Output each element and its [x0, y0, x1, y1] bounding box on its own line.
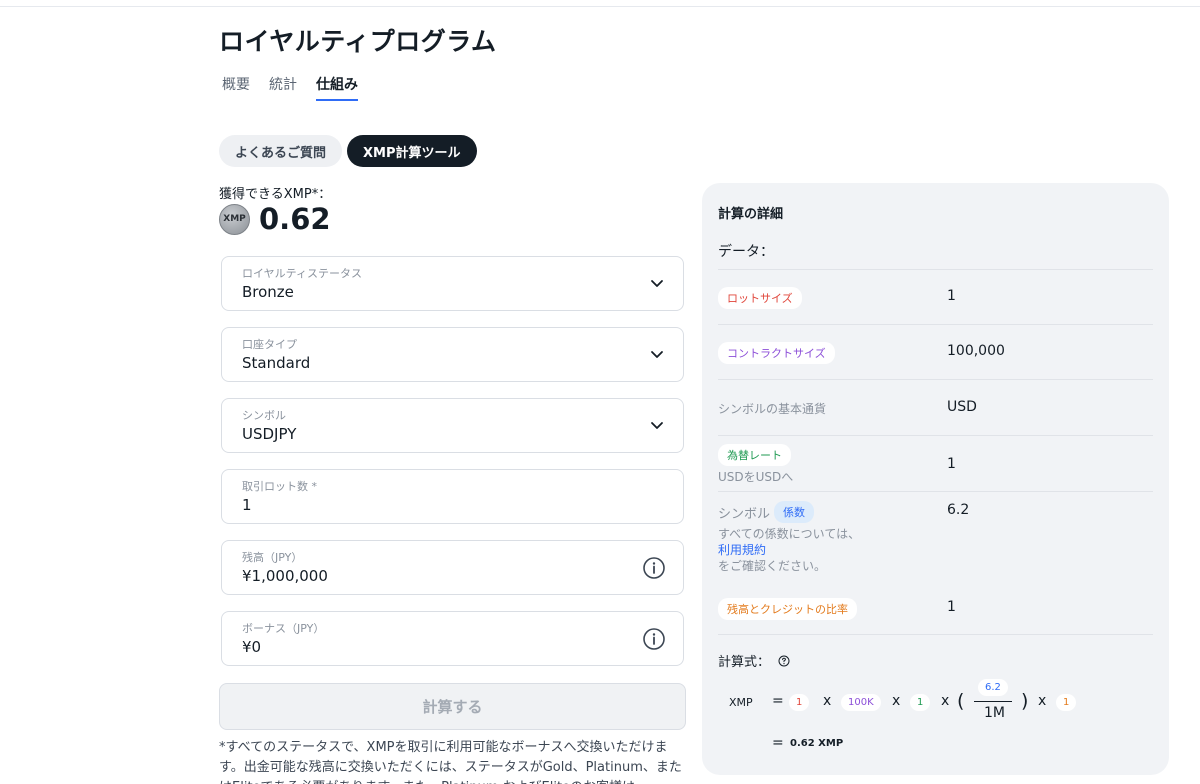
question-icon[interactable] [778, 655, 790, 667]
contract-size-row: コントラクトサイズ 100,000 [718, 324, 1153, 379]
account-type-select[interactable]: 口座タイプ Standard [221, 327, 684, 382]
coefficient-badge: 係数 [774, 501, 815, 523]
formula-label: 計算式： [718, 655, 771, 670]
symbol-label: シンボル [242, 409, 286, 422]
lot-size-badge: ロットサイズ [718, 287, 802, 309]
lot-size-value: 1 [947, 288, 956, 304]
balance-credit-ratio-value: 1 [947, 599, 956, 615]
earnable-xmp-row: XMP 0.62 [219, 202, 331, 236]
xmp-coin-icon: XMP [219, 203, 250, 235]
formula-result: 0.62 XMP [790, 738, 844, 749]
lot-size-row: ロットサイズ 1 [718, 269, 1153, 324]
top-divider [0, 6, 1200, 7]
formula-times-4: x [1038, 693, 1047, 709]
tab-bar: 概要 統計 仕組み [222, 74, 358, 101]
symbol-coefficient-label: シンボル [718, 506, 771, 522]
lots-input[interactable]: 取引ロット数 * 1 [221, 469, 684, 524]
terms-link[interactable]: 利用規約 [718, 541, 766, 558]
fx-rate-row: 為替レート USDをUSDへ 1 [718, 435, 1153, 491]
formula-divider [718, 634, 1153, 635]
fx-rate-value: 1 [947, 456, 956, 472]
fx-rate-sublabel: USDをUSDへ [718, 470, 794, 484]
base-currency-label: シンボルの基本通貨 [718, 402, 827, 416]
chevron-down-icon [651, 351, 663, 358]
formula-heading: 計算式： [718, 651, 790, 670]
formula-expression: XMP = 1 x 100K x 1 x ( 6.2 1M ) x 1 = 0.… [729, 679, 1149, 751]
formula-equals: = [772, 693, 784, 709]
symbol-coefficient-row: シンボル 係数 すべての係数については、 利用規約 をご確認ください。 6.2 … [718, 491, 1153, 634]
calculation-details-panel: 計算の詳細 データ： ロットサイズ 1 コントラクトサイズ 100,000 シン… [702, 183, 1169, 775]
account-type-value: Standard [242, 354, 311, 372]
xmp-coin-text: XMP [223, 214, 246, 224]
coefficient-note-end: をご確認ください。 [718, 559, 827, 573]
formula-times-3: x [941, 693, 950, 709]
formula-lhs: XMP [729, 696, 753, 709]
fx-rate-badge: 為替レート [718, 444, 791, 466]
balance-value: ¥1,000,000 [242, 567, 328, 585]
symbol-value: USDJPY [242, 425, 297, 443]
lots-label: 取引ロット数 * [242, 480, 317, 493]
balance-credit-ratio-badge: 残高とクレジットの比率 [718, 598, 857, 620]
faq-pill-button[interactable]: よくあるご質問 [219, 135, 343, 167]
balance-label: 残高（JPY） [242, 551, 303, 564]
calculate-button[interactable]: 計算する [219, 683, 686, 730]
chevron-down-icon [651, 422, 663, 429]
formula-fraction-line [974, 701, 1012, 702]
account-type-label: 口座タイプ [242, 338, 297, 351]
formula-open-paren: ( [957, 690, 965, 712]
tab-how-it-works[interactable]: 仕組み [316, 74, 358, 101]
contract-size-badge: コントラクトサイズ [718, 342, 835, 364]
base-currency-row: シンボルの基本通貨 USD [718, 379, 1153, 435]
formula-fx-chip: 1 [910, 694, 931, 711]
chevron-down-icon [651, 280, 663, 287]
xmp-calculator-pill-button[interactable]: XMP計算ツール [347, 135, 477, 167]
footnote-text: *すべてのステータスで、XMPを取引に利用可能なボーナスへ交換いただけます。出金… [219, 740, 682, 784]
formula-times-2: x [892, 693, 901, 709]
formula-contract-chip: 100K [841, 694, 881, 711]
loyalty-status-label: ロイヤルティステータス [242, 267, 363, 280]
contract-size-value: 100,000 [947, 343, 1005, 359]
formula-times-1: x [823, 693, 832, 709]
coefficient-note: すべての係数については、 [718, 527, 861, 541]
base-currency-value: USD [947, 399, 977, 415]
formula-ratio-chip: 1 [1056, 694, 1077, 711]
balance-input[interactable]: 残高（JPY） ¥1,000,000 [221, 540, 684, 595]
bonus-label: ボーナス（JPY） [242, 622, 325, 635]
formula-result-equals: = [772, 735, 784, 751]
details-title: 計算の詳細 [718, 207, 784, 222]
bonus-input[interactable]: ボーナス（JPY） ¥0 [221, 611, 684, 666]
tab-statistics[interactable]: 統計 [269, 74, 297, 101]
formula-denominator: 1M [984, 705, 1005, 721]
formula-close-paren: ) [1021, 690, 1029, 712]
earnable-xmp-value: 0.62 [259, 202, 331, 236]
data-label: データ： [718, 244, 774, 260]
loyalty-status-value: Bronze [242, 283, 294, 301]
info-icon[interactable] [642, 627, 666, 651]
symbol-select[interactable]: シンボル USDJPY [221, 398, 684, 453]
formula-coefficient-chip: 6.2 [978, 679, 1008, 696]
section-switcher: よくあるご質問 XMP計算ツール [219, 135, 477, 167]
symbol-coefficient-heading: シンボル 係数 [718, 501, 815, 523]
lots-value: 1 [242, 496, 252, 514]
bonus-value: ¥0 [242, 638, 262, 656]
formula-lot-chip: 1 [789, 694, 810, 711]
info-icon[interactable] [642, 556, 666, 580]
page-title: ロイヤルティプログラム [219, 27, 497, 56]
earnable-xmp-label: 獲得できるXMP*： [219, 187, 332, 202]
loyalty-status-select[interactable]: ロイヤルティステータス Bronze [221, 256, 684, 311]
tab-overview[interactable]: 概要 [222, 74, 250, 101]
symbol-coefficient-value: 6.2 [947, 502, 970, 518]
